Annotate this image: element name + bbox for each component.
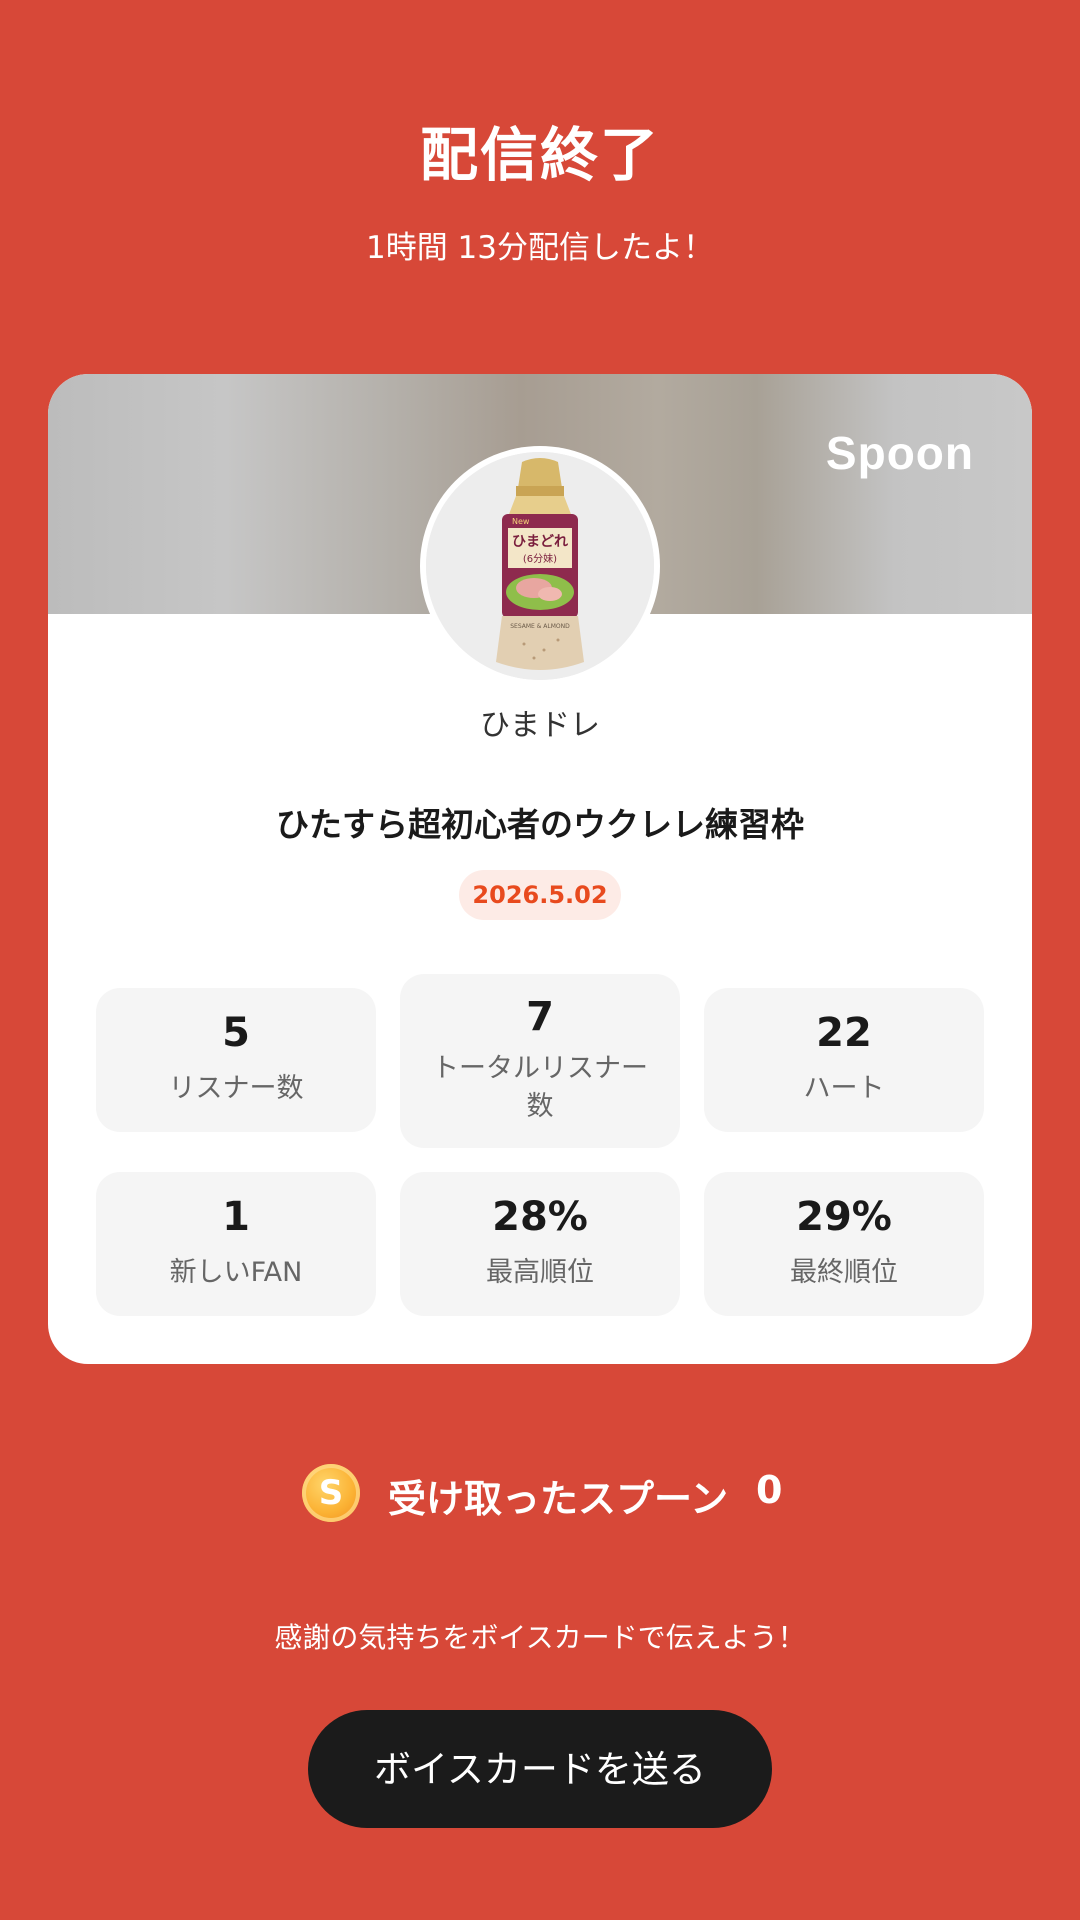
stat-value: 22 [816, 1010, 872, 1056]
stat-total-listeners: 7 トータルリスナー 数 [400, 974, 680, 1148]
stat-value: 29% [796, 1194, 892, 1240]
received-spoons: S 受け取ったスプーン 0 [0, 1462, 1080, 1526]
broadcast-duration: 1時間 13分配信したよ！ [365, 230, 715, 266]
dressing-bottle-icon: ひまどれ (6分妹) New SESAME & ALMOND [426, 452, 654, 680]
svg-text:(6分妹): (6分妹) [523, 553, 557, 565]
date-badge: 2026.5.02 [459, 870, 621, 920]
received-spoons-label: 受け取ったスプーン [388, 1477, 729, 1521]
stat-label: リスナー数 [168, 1073, 304, 1104]
stat-hearts: 22 ハート [704, 988, 984, 1132]
stat-label-line2: 数 [526, 1091, 554, 1122]
received-spoons-count: 0 [756, 1468, 783, 1512]
host-name: ひまドレ [480, 708, 600, 743]
stat-label-line1: トータルリスナー [432, 1053, 648, 1084]
page-title: 配信終了 [419, 121, 660, 189]
stat-highest-rank: 28% 最高順位 [400, 1172, 680, 1316]
stat-listeners: 5 リスナー数 [96, 988, 376, 1132]
live-title: ひたすら超初心者のウクレレ練習枠 [276, 805, 804, 844]
stat-label: ハート [803, 1073, 885, 1104]
svg-text:SESAME & ALMOND: SESAME & ALMOND [510, 623, 570, 630]
spoon-logo: Spoon [825, 427, 974, 479]
stat-label: 新しいFAN [169, 1257, 303, 1288]
avatar[interactable]: ひまどれ (6分妹) New SESAME & ALMOND [420, 446, 660, 686]
stat-final-rank: 29% 最終順位 [704, 1172, 984, 1316]
stat-new-fans: 1 新しいFAN [96, 1172, 376, 1316]
stat-value: 28% [492, 1194, 588, 1240]
summary-card: Spoon ひまどれ (6分妹) New SESAME & ALMOND ひまド… [48, 374, 1032, 1364]
stat-value: 7 [526, 994, 554, 1040]
stat-value: 1 [222, 1194, 250, 1240]
spoon-coin-icon: S [302, 1464, 360, 1522]
avatar-image: ひまどれ (6分妹) New SESAME & ALMOND [426, 452, 654, 680]
svg-text:New: New [512, 517, 530, 526]
stat-label: 最終順位 [790, 1257, 898, 1288]
svg-text:ひまどれ: ひまどれ [512, 534, 568, 550]
send-voice-card-button[interactable]: ボイスカードを送る [308, 1710, 772, 1828]
thanks-message: 感謝の気持ちをボイスカードで伝えよう！ [274, 1621, 806, 1654]
stat-value: 5 [222, 1010, 250, 1056]
stat-label: 最高順位 [486, 1257, 594, 1288]
